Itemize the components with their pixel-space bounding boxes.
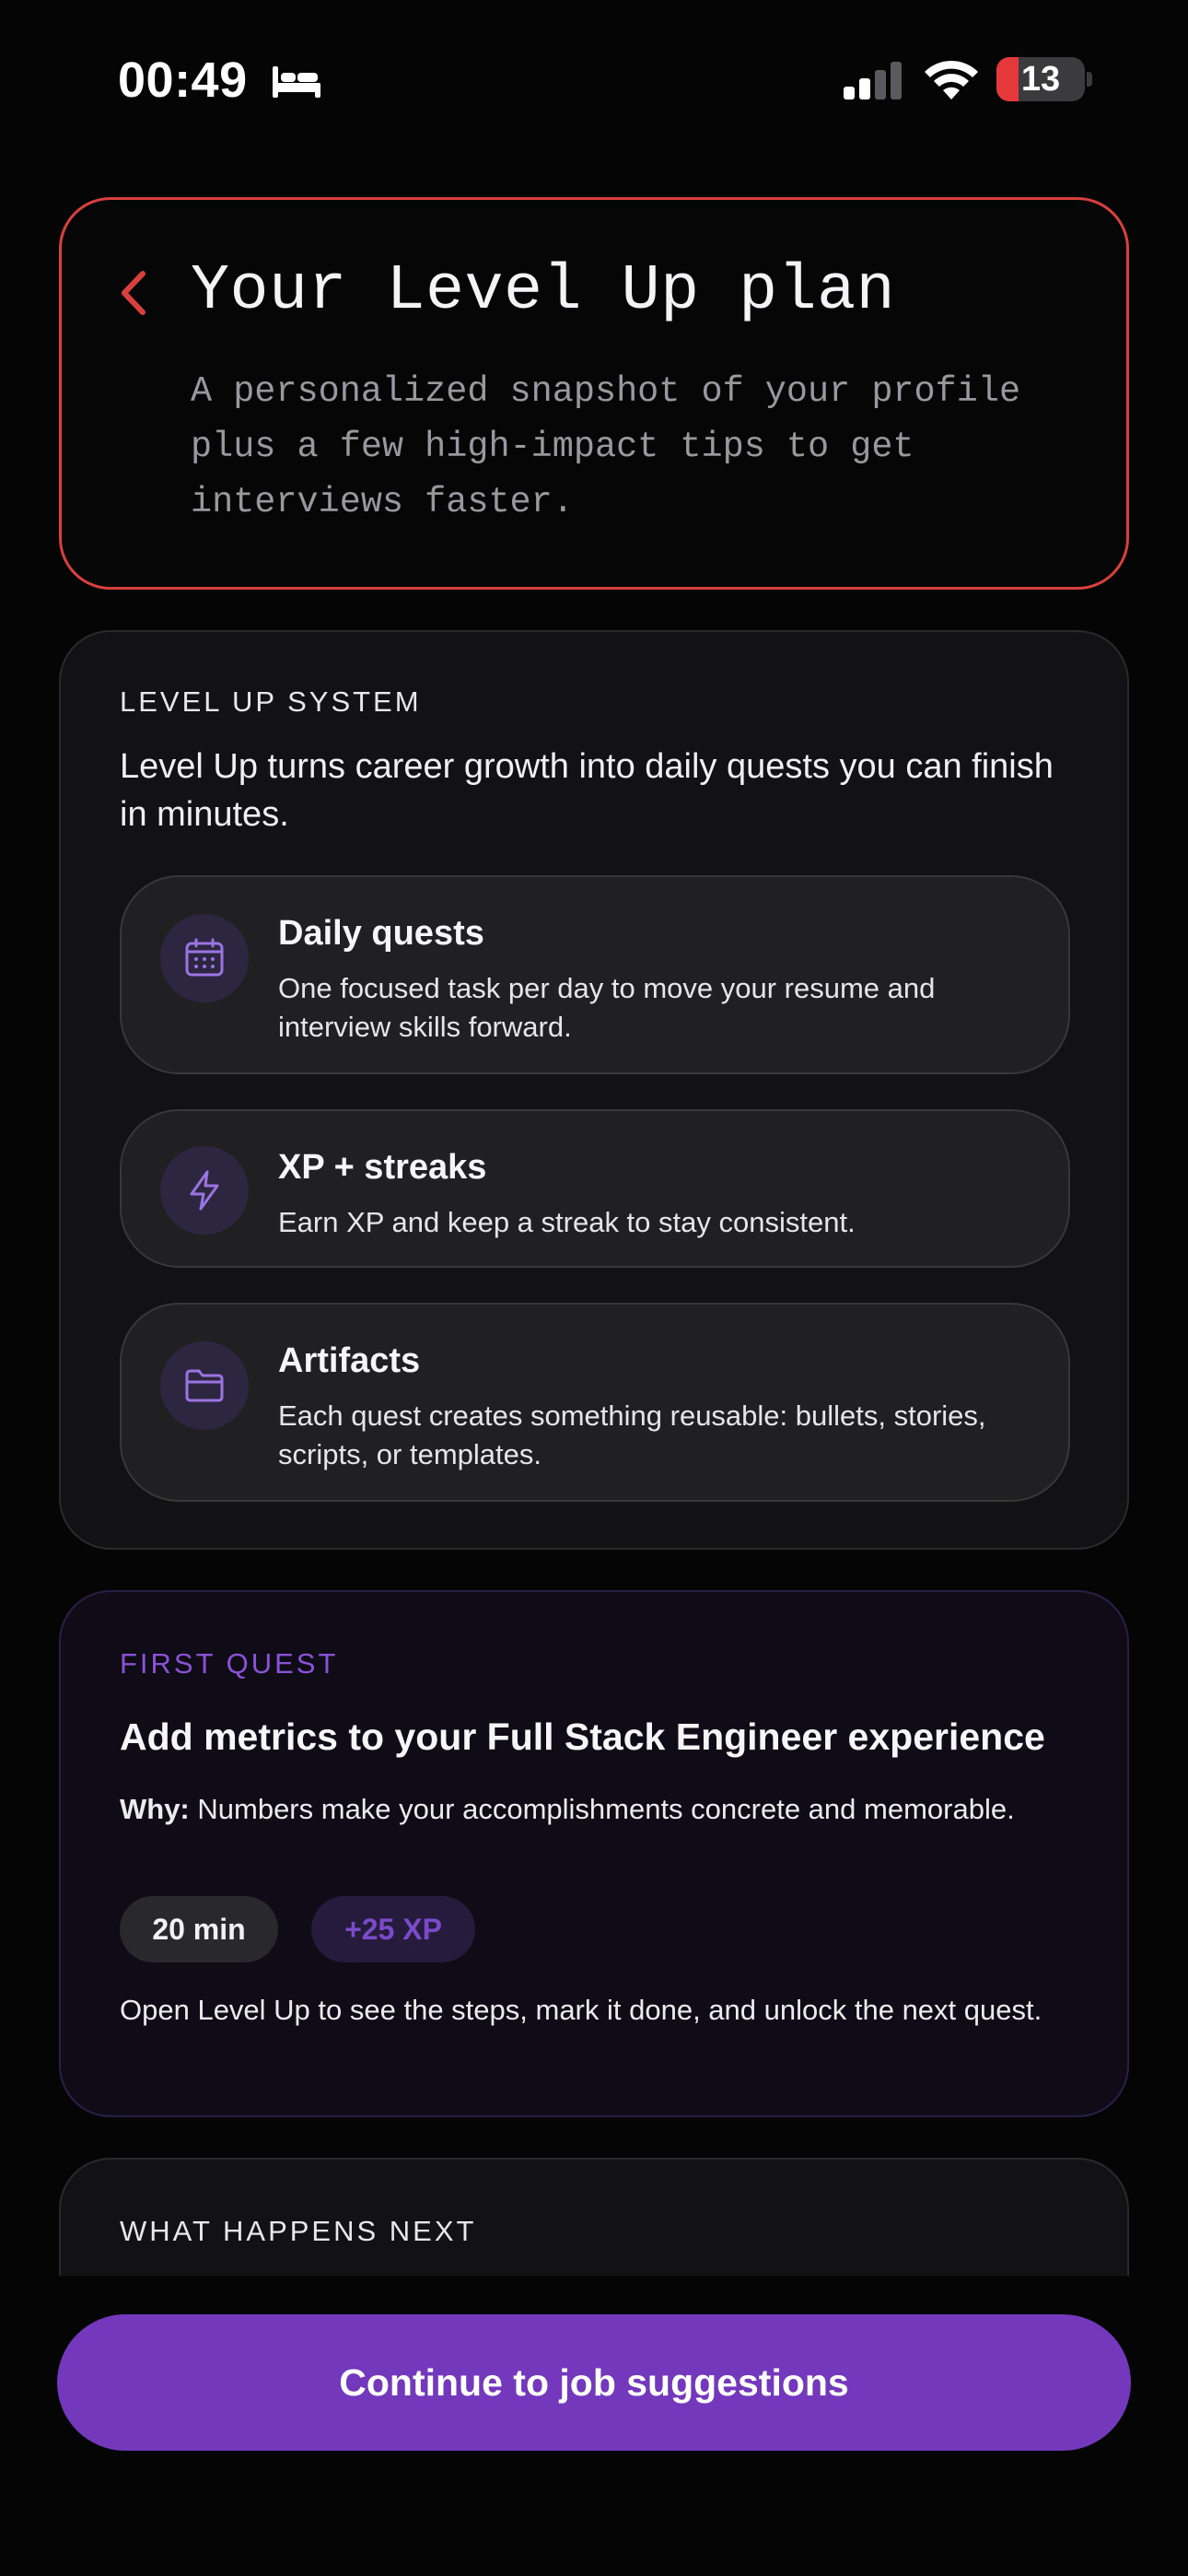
duration-badge: 20 min: [120, 1896, 278, 1962]
page-title: Your Level Up plan: [191, 255, 896, 328]
cellular-signal-icon: [844, 62, 902, 100]
what-happens-next-card: WHAT HAPPENS NEXT: [59, 2158, 1129, 2276]
feature-artifacts: Artifacts Each quest creates something r…: [120, 1303, 1070, 1502]
feature-daily-quests: Daily quests One focused task per day to…: [120, 875, 1070, 1074]
feature-description: Each quest creates something reusable: b…: [278, 1399, 986, 1470]
status-time: 00:49: [118, 53, 248, 108]
status-bar: 00:49 13: [0, 48, 1188, 112]
feature-title: XP + streaks: [278, 1148, 487, 1187]
battery-cap: [1087, 72, 1092, 87]
folder-icon: [160, 1341, 249, 1430]
quest-why-text: Numbers make your accomplishments concre…: [189, 1793, 1015, 1825]
quest-why-label: Why:: [120, 1793, 190, 1825]
quest-title: Add metrics to your Full Stack Engineer …: [120, 1715, 1045, 1758]
screen: 00:49 13 Your Level Up plan A personaliz…: [0, 0, 1188, 2576]
xp-badge: +25 XP: [311, 1896, 475, 1962]
calendar-icon: [160, 914, 249, 1002]
system-description: Level Up turns career growth into daily …: [120, 747, 1054, 834]
section-label: WHAT HAPPENS NEXT: [120, 2215, 477, 2247]
battery-level: 13: [1020, 60, 1061, 99]
chevron-left-icon[interactable]: [115, 268, 152, 318]
feature-description: One focused task per day to move your re…: [278, 972, 936, 1043]
bed-icon: [273, 66, 320, 98]
quest-why: Why: Numbers make your accomplishments c…: [120, 1789, 1041, 1829]
what-happens-next-clip: WHAT HAPPENS NEXT: [0, 2119, 1188, 2276]
feature-description: Earn XP and keep a streak to stay consis…: [278, 1206, 856, 1238]
feature-title: Daily quests: [278, 914, 484, 953]
lightning-icon: [160, 1146, 249, 1235]
feature-xp-streaks: XP + streaks Earn XP and keep a streak t…: [120, 1109, 1070, 1268]
wifi-icon: [925, 60, 978, 100]
section-label: LEVEL UP SYSTEM: [120, 685, 422, 718]
page-subtitle: A personalized snapshot of your profile …: [191, 371, 1021, 522]
level-up-system-card: LEVEL UP SYSTEM Level Up turns career gr…: [59, 630, 1129, 1550]
feature-title: Artifacts: [278, 1341, 421, 1380]
first-quest-card[interactable]: FIRST QUEST Add metrics to your Full Sta…: [59, 1590, 1129, 2117]
quest-note: Open Level Up to see the steps, mark it …: [120, 1994, 1042, 2026]
battery-icon: 13: [996, 57, 1085, 101]
header-card: Your Level Up plan A personalized snapsh…: [59, 197, 1129, 590]
continue-button[interactable]: Continue to job suggestions: [57, 2314, 1131, 2451]
quest-label: FIRST QUEST: [120, 1647, 339, 1680]
